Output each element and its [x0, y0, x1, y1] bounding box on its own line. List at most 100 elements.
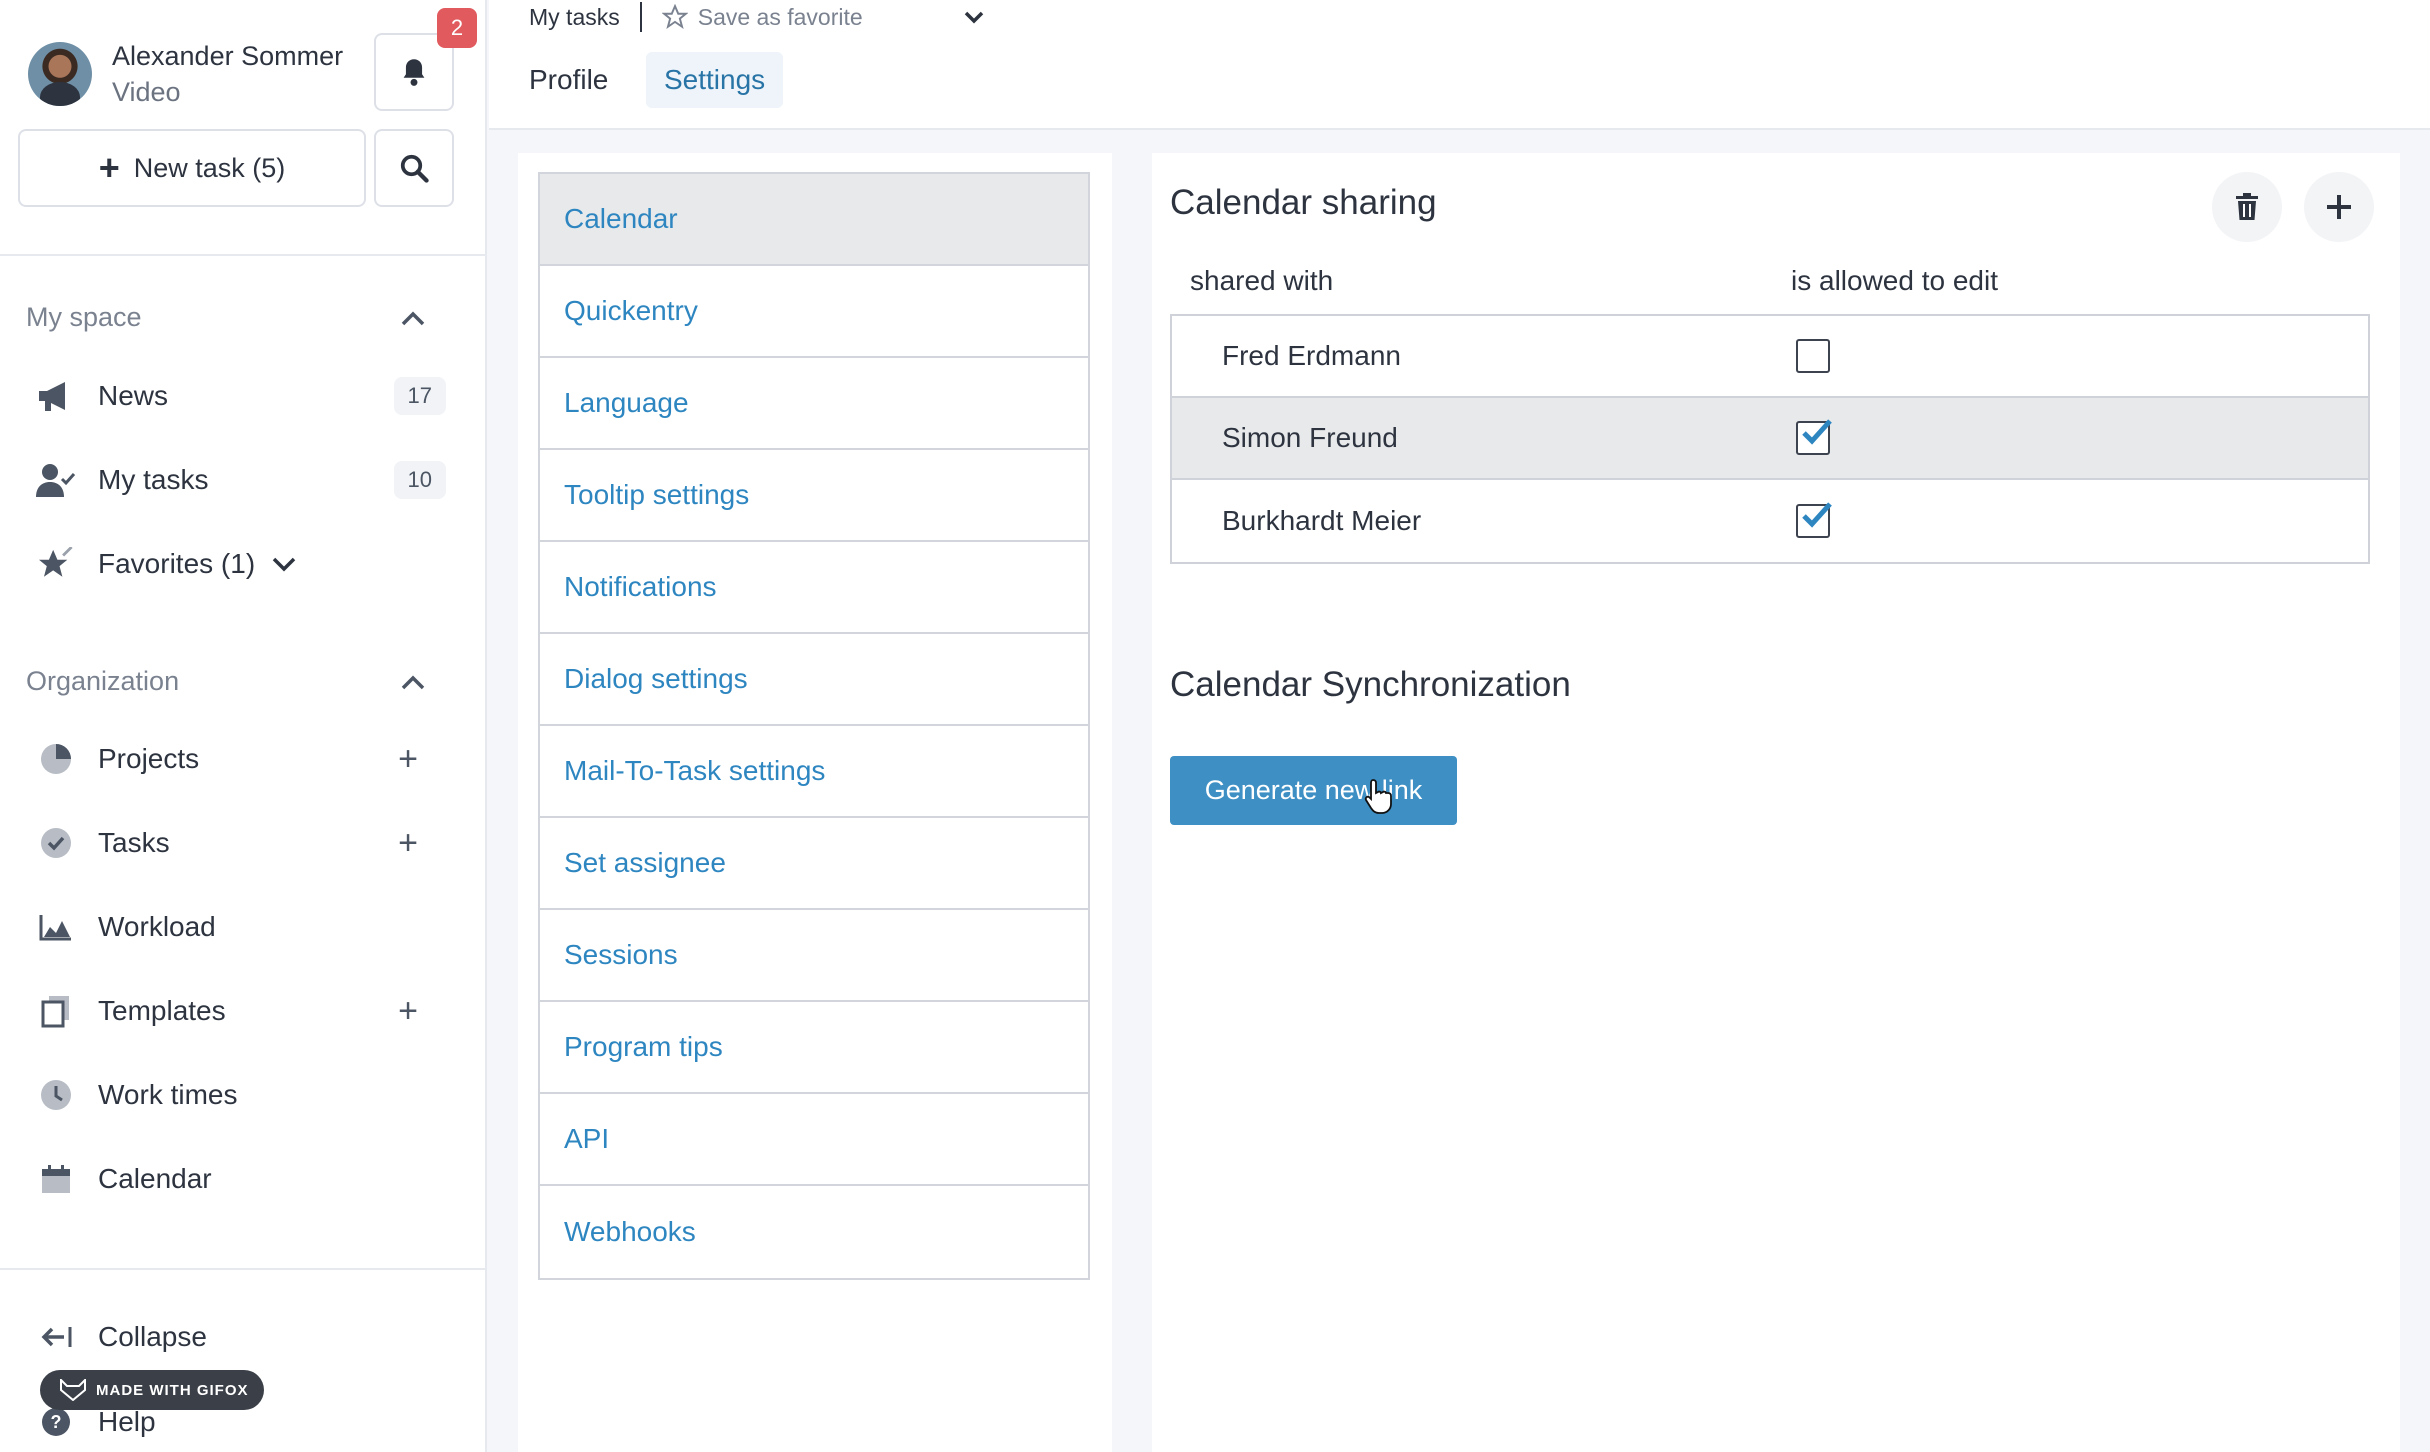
sidebar-item-news[interactable]: News 17: [36, 366, 446, 426]
divider: [639, 2, 642, 32]
generate-link-button[interactable]: Generate new link: [1170, 756, 1457, 825]
user-check-icon: [36, 460, 76, 500]
notification-badge: 2: [437, 8, 477, 48]
sidebar-item-label: Tasks: [98, 827, 170, 858]
clock-icon: [36, 1075, 76, 1115]
megaphone-icon: [36, 376, 76, 416]
breadcrumb-my-tasks[interactable]: My tasks: [529, 4, 620, 31]
user-name: Alexander Sommer: [112, 41, 344, 71]
settings-menu-mail-to-task[interactable]: Mail-To-Task settings: [540, 726, 1088, 818]
plus-icon: +: [98, 147, 120, 188]
column-header-shared-with: shared with: [1190, 265, 1334, 296]
checkmark-icon: [1802, 502, 1832, 528]
sidebar-item-label: Favorites (1): [98, 548, 256, 579]
settings-menu-program-tips[interactable]: Program tips: [540, 1002, 1088, 1094]
settings-menu-panel: Calendar Quickentry Language Tooltip set…: [518, 153, 1112, 1452]
sidebar-item-calendar[interactable]: Calendar: [36, 1149, 446, 1209]
settings-menu-language[interactable]: Language: [540, 358, 1088, 450]
sidebar-item-label: Calendar: [98, 1163, 212, 1194]
sidebar-item-label: Workload: [98, 911, 216, 942]
star-outline-icon: [661, 4, 688, 30]
watermark-label: MADE WITH GIFOX: [96, 1381, 249, 1399]
save-favorite-label: Save as favorite: [697, 3, 863, 30]
settings-menu-quickentry[interactable]: Quickentry: [540, 266, 1088, 358]
divider: [0, 254, 485, 256]
chevron-up-icon[interactable]: [400, 673, 426, 691]
chevron-up-icon[interactable]: [400, 309, 426, 327]
sidebar-item-work-times[interactable]: Work times: [36, 1065, 446, 1125]
top-header: My tasks Save as favorite Profile Settin…: [489, 0, 2430, 130]
plus-icon: [2327, 195, 2351, 219]
trash-icon: [2236, 193, 2258, 220]
new-task-label: New task (5): [133, 152, 286, 183]
sidebar: Alexander Sommer Video 2 + New task (5) …: [0, 0, 487, 1452]
tab-settings[interactable]: Settings: [646, 52, 784, 108]
sidebar-item-projects[interactable]: Projects +: [36, 729, 446, 789]
help-label: Help: [98, 1406, 156, 1437]
pie-chart-icon: [36, 739, 76, 779]
check-circle-icon: [36, 823, 76, 863]
calendar-sharing-title: Calendar sharing: [1170, 183, 1437, 222]
save-favorite-button[interactable]: Save as favorite: [661, 3, 863, 31]
area-chart-icon: [36, 907, 76, 947]
settings-menu-sessions[interactable]: Sessions: [540, 910, 1088, 1002]
sidebar-item-tasks[interactable]: Tasks +: [36, 813, 446, 873]
sidebar-item-label: Projects: [98, 743, 200, 774]
settings-menu-calendar[interactable]: Calendar: [540, 174, 1088, 266]
sidebar-item-templates[interactable]: Templates +: [36, 981, 446, 1041]
hand-cursor-icon: [1364, 779, 1392, 814]
edit-permission-checkbox[interactable]: [1796, 339, 1830, 373]
organization-header[interactable]: Organization: [26, 666, 426, 697]
checkmark-icon: [1802, 419, 1832, 445]
chevron-down-icon[interactable]: [963, 9, 985, 25]
sidebar-item-my-tasks[interactable]: My tasks 10: [36, 450, 446, 510]
avatar: [28, 42, 92, 106]
calendar-settings-panel: Calendar sharing shared with is allowed …: [1152, 153, 2400, 1452]
column-header-allowed-edit: is allowed to edit: [1791, 265, 1999, 296]
delete-share-button[interactable]: [2212, 172, 2282, 242]
my-space-title: My space: [26, 302, 142, 332]
tab-profile[interactable]: Profile: [511, 52, 626, 108]
star-icon: [36, 544, 76, 584]
fox-icon: [60, 1379, 86, 1401]
table-row[interactable]: Burkhardt Meier: [1172, 480, 2368, 562]
my-space-header[interactable]: My space: [26, 302, 426, 333]
edit-permission-checkbox[interactable]: [1796, 502, 1832, 538]
add-task-button[interactable]: +: [398, 824, 418, 863]
settings-menu-dialog-settings[interactable]: Dialog settings: [540, 634, 1088, 726]
collapse-label: Collapse: [98, 1321, 207, 1352]
sidebar-item-label: Work times: [98, 1079, 238, 1110]
bell-icon: [403, 59, 425, 86]
shared-user-name: Burkhardt Meier: [1222, 505, 1422, 536]
user-profile[interactable]: Alexander Sommer Video: [28, 38, 343, 110]
divider: [0, 1268, 485, 1270]
add-template-button[interactable]: +: [398, 992, 418, 1031]
search-button[interactable]: [374, 129, 454, 207]
calendar-icon: [36, 1159, 76, 1199]
settings-menu-webhooks[interactable]: Webhooks: [540, 1186, 1088, 1278]
search-icon: [400, 154, 429, 183]
edit-permission-checkbox[interactable]: [1796, 419, 1832, 455]
settings-menu-set-assignee[interactable]: Set assignee: [540, 818, 1088, 910]
user-subtitle: Video: [112, 77, 181, 107]
add-share-button[interactable]: [2304, 172, 2374, 242]
copy-icon: [36, 991, 76, 1031]
chevron-down-icon[interactable]: [271, 555, 297, 573]
collapse-button[interactable]: Collapse: [36, 1307, 446, 1367]
shared-user-name: Simon Freund: [1222, 422, 1398, 453]
table-row[interactable]: Fred Erdmann: [1172, 316, 2368, 398]
collapse-icon: [36, 1317, 76, 1357]
calendar-sync-title: Calendar Synchronization: [1170, 665, 1571, 704]
new-task-button[interactable]: + New task (5): [18, 129, 366, 207]
add-project-button[interactable]: +: [398, 740, 418, 779]
settings-menu-api[interactable]: API: [540, 1094, 1088, 1186]
settings-menu-notifications[interactable]: Notifications: [540, 542, 1088, 634]
sidebar-item-favorites[interactable]: Favorites (1): [36, 534, 446, 594]
settings-menu: Calendar Quickentry Language Tooltip set…: [538, 172, 1090, 1280]
sidebar-item-label: News: [98, 380, 169, 411]
gifox-watermark: MADE WITH GIFOX: [40, 1370, 264, 1410]
sidebar-item-workload[interactable]: Workload: [36, 897, 446, 957]
breadcrumb: My tasks Save as favorite: [529, 2, 985, 32]
settings-menu-tooltip-settings[interactable]: Tooltip settings: [540, 450, 1088, 542]
table-row[interactable]: Simon Freund: [1172, 398, 2368, 480]
